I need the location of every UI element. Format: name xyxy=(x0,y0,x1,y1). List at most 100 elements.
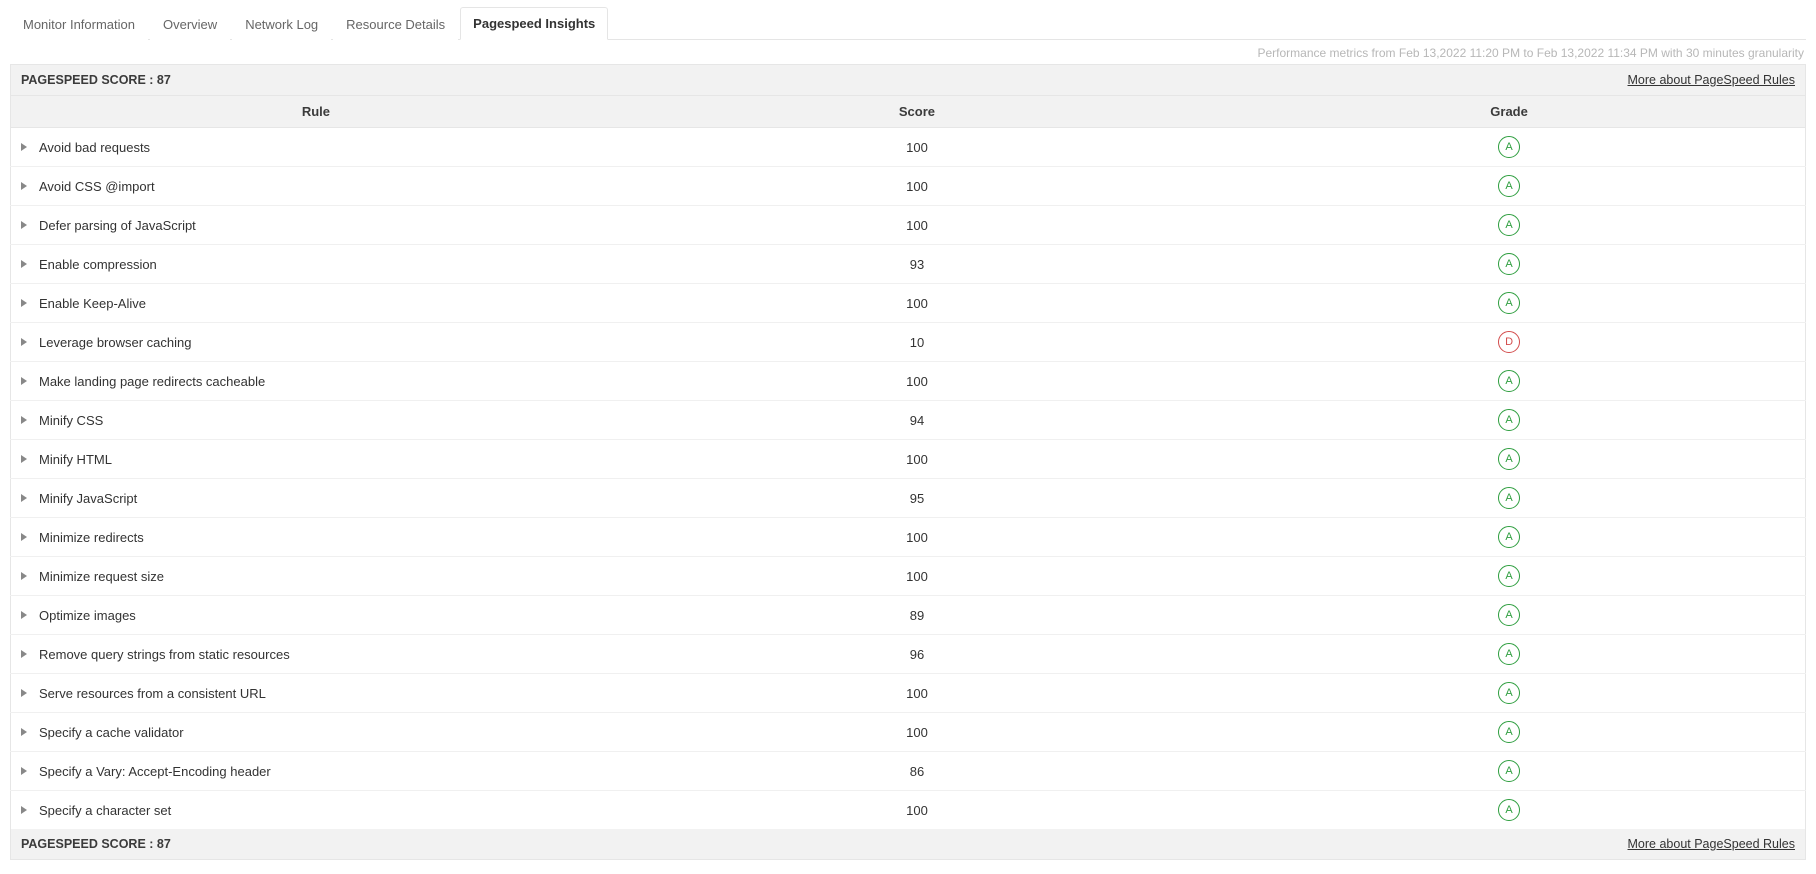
tab-overview[interactable]: Overview xyxy=(150,8,230,40)
expand-row-icon[interactable] xyxy=(21,650,27,658)
grade-badge: A xyxy=(1498,136,1520,158)
expand-row-icon[interactable] xyxy=(21,494,27,502)
rule-score: 100 xyxy=(621,362,1213,401)
rule-name: Enable Keep-Alive xyxy=(39,296,146,311)
table-row: Make landing page redirects cacheable 100… xyxy=(11,362,1806,401)
rule-score: 100 xyxy=(621,674,1213,713)
tab-resource-details[interactable]: Resource Details xyxy=(333,8,458,40)
rule-name: Minify JavaScript xyxy=(39,491,137,506)
grade-badge: A xyxy=(1498,409,1520,431)
rule-name: Leverage browser caching xyxy=(39,335,191,350)
table-row: Specify a character set 100 A xyxy=(11,791,1806,830)
grade-badge: A xyxy=(1498,448,1520,470)
rule-score: 100 xyxy=(621,284,1213,323)
rule-score: 100 xyxy=(621,206,1213,245)
table-row: Serve resources from a consistent URL 100… xyxy=(11,674,1806,713)
rule-name: Minimize request size xyxy=(39,569,164,584)
expand-row-icon[interactable] xyxy=(21,806,27,814)
expand-row-icon[interactable] xyxy=(21,572,27,580)
table-row: Enable compression 93 A xyxy=(11,245,1806,284)
expand-row-icon[interactable] xyxy=(21,416,27,424)
table-row: Minimize request size 100 A xyxy=(11,557,1806,596)
expand-row-icon[interactable] xyxy=(21,377,27,385)
table-row: Specify a Vary: Accept-Encoding header 86… xyxy=(11,752,1806,791)
table-row: Defer parsing of JavaScript 100 A xyxy=(11,206,1806,245)
grade-badge: A xyxy=(1498,721,1520,743)
pagespeed-score-label: PAGESPEED SCORE : 87 xyxy=(21,73,171,87)
rule-name: Serve resources from a consistent URL xyxy=(39,686,266,701)
table-row: Avoid bad requests 100 A xyxy=(11,128,1806,167)
rule-score: 100 xyxy=(621,791,1213,830)
rule-name: Specify a Vary: Accept-Encoding header xyxy=(39,764,271,779)
tab-bar: Monitor InformationOverviewNetwork LogRe… xyxy=(10,6,1806,40)
rule-name: Specify a character set xyxy=(39,803,171,818)
rule-name: Make landing page redirects cacheable xyxy=(39,374,265,389)
table-row: Minify CSS 94 A xyxy=(11,401,1806,440)
table-header-row: Rule Score Grade xyxy=(11,96,1806,128)
expand-row-icon[interactable] xyxy=(21,299,27,307)
rule-score: 10 xyxy=(621,323,1213,362)
rule-name: Avoid CSS @import xyxy=(39,179,155,194)
rule-name: Optimize images xyxy=(39,608,136,623)
rule-score: 95 xyxy=(621,479,1213,518)
col-header-rule: Rule xyxy=(11,96,621,128)
table-row: Optimize images 89 A xyxy=(11,596,1806,635)
expand-row-icon[interactable] xyxy=(21,338,27,346)
expand-row-icon[interactable] xyxy=(21,611,27,619)
tab-monitor-information[interactable]: Monitor Information xyxy=(10,8,148,40)
grade-badge: A xyxy=(1498,214,1520,236)
table-row: Remove query strings from static resourc… xyxy=(11,635,1806,674)
grade-badge: A xyxy=(1498,760,1520,782)
table-row: Specify a cache validator100A xyxy=(11,713,1806,752)
more-pagespeed-rules-link[interactable]: More about PageSpeed Rules xyxy=(1628,73,1795,87)
pagespeed-score-footer: PAGESPEED SCORE : 87 More about PageSpee… xyxy=(10,829,1806,860)
tab-network-log[interactable]: Network Log xyxy=(232,8,331,40)
expand-row-icon[interactable] xyxy=(21,221,27,229)
rule-name: Enable compression xyxy=(39,257,157,272)
grade-badge: A xyxy=(1498,487,1520,509)
grade-badge: A xyxy=(1498,292,1520,314)
expand-row-icon[interactable] xyxy=(21,767,27,775)
grade-badge: A xyxy=(1498,799,1520,821)
rule-score: 100 xyxy=(621,557,1213,596)
rule-name: Minify HTML xyxy=(39,452,112,467)
expand-row-icon[interactable] xyxy=(21,143,27,151)
expand-row-icon[interactable] xyxy=(21,728,27,736)
rule-score: 86 xyxy=(621,752,1213,791)
table-row: Enable Keep-Alive 100 A xyxy=(11,284,1806,323)
grade-badge: A xyxy=(1498,526,1520,548)
expand-row-icon[interactable] xyxy=(21,533,27,541)
rule-name: Remove query strings from static resourc… xyxy=(39,647,290,662)
grade-badge: A xyxy=(1498,253,1520,275)
expand-row-icon[interactable] xyxy=(21,689,27,697)
table-row: Leverage browser caching 10 D xyxy=(11,323,1806,362)
grade-badge: A xyxy=(1498,370,1520,392)
table-row: Avoid CSS @import 100 A xyxy=(11,167,1806,206)
rule-score: 94 xyxy=(621,401,1213,440)
grade-badge: A xyxy=(1498,604,1520,626)
rule-score: 96 xyxy=(621,635,1213,674)
rule-score: 100 xyxy=(621,128,1213,167)
rule-score: 100 xyxy=(621,440,1213,479)
grade-badge: A xyxy=(1498,565,1520,587)
rule-name: Avoid bad requests xyxy=(39,140,150,155)
rule-name: Specify a cache validator xyxy=(39,725,184,740)
more-pagespeed-rules-link-footer[interactable]: More about PageSpeed Rules xyxy=(1628,837,1795,851)
rule-score: 89 xyxy=(621,596,1213,635)
grade-badge: A xyxy=(1498,175,1520,197)
rule-name: Defer parsing of JavaScript xyxy=(39,218,196,233)
pagespeed-score-label-footer: PAGESPEED SCORE : 87 xyxy=(21,837,171,851)
table-row: Minify JavaScript 95 A xyxy=(11,479,1806,518)
expand-row-icon[interactable] xyxy=(21,260,27,268)
grade-badge: A xyxy=(1498,643,1520,665)
grade-badge: D xyxy=(1498,331,1520,353)
rule-name: Minify CSS xyxy=(39,413,103,428)
expand-row-icon[interactable] xyxy=(21,182,27,190)
tab-pagespeed-insights[interactable]: Pagespeed Insights xyxy=(460,7,608,40)
rule-score: 93 xyxy=(621,245,1213,284)
rule-score: 100 xyxy=(621,518,1213,557)
col-header-score: Score xyxy=(621,96,1213,128)
expand-row-icon[interactable] xyxy=(21,455,27,463)
metrics-range-text: Performance metrics from Feb 13,2022 11:… xyxy=(12,46,1804,60)
rule-score: 100 xyxy=(621,167,1213,206)
